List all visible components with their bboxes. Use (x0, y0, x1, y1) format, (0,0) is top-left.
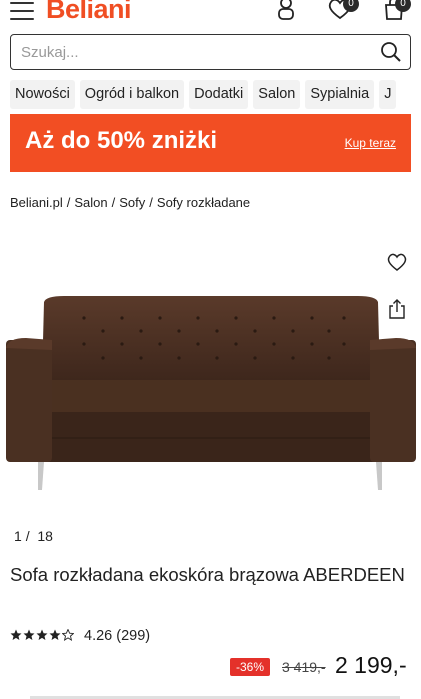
promo-text: Aż do 50% zniżki (25, 127, 218, 154)
category-sypialnia[interactable]: Sypialnia (305, 80, 375, 109)
wishlist-count-badge: 0 (343, 0, 359, 12)
add-to-wishlist-icon[interactable] (386, 252, 408, 272)
category-ogrod[interactable]: Ogród i balkon (79, 80, 185, 109)
gallery-counter: 1 / 18 (14, 528, 53, 544)
star-empty-icon (62, 629, 74, 641)
search-bar[interactable]: Szukaj... (10, 34, 411, 70)
user-icon[interactable] (272, 0, 300, 22)
gallery-current: 1 (14, 528, 22, 544)
breadcrumb-current[interactable]: Sofy rozkładane (157, 195, 250, 210)
rating-summary[interactable]: 4.26 (299) (84, 628, 150, 644)
review-count: (299) (116, 628, 151, 644)
rating-stars (10, 629, 74, 641)
category-dodatki[interactable]: Dodatki (189, 80, 249, 109)
breadcrumb-home[interactable]: Beliani.pl (10, 195, 63, 210)
old-price: 3 419,- (282, 659, 326, 675)
star-full-icon (10, 629, 22, 640)
product-image[interactable] (4, 294, 418, 494)
promo-link[interactable]: Kup teraz (345, 136, 396, 150)
rating-value: 4.26 (84, 628, 113, 644)
promo-banner[interactable]: Aż do 50% zniżki Kup teraz (10, 114, 411, 172)
breadcrumb: Beliani.pl / Salon / Sofy / Sofy rozkładane (10, 195, 251, 210)
menu-icon[interactable] (10, 2, 34, 20)
product-title: Sofa rozkładana ekoskóra brązowa ABERDEE… (10, 564, 405, 585)
cart-count-badge: 0 (395, 0, 411, 12)
search-icon[interactable] (380, 41, 402, 63)
star-full-icon (36, 629, 48, 640)
breadcrumb-salon[interactable]: Salon (74, 195, 107, 210)
search-input[interactable]: Szukaj... (21, 44, 79, 61)
gallery-total: 18 (37, 528, 53, 544)
logo[interactable]: Beliani (46, 0, 132, 25)
star-full-icon (23, 629, 35, 640)
category-more[interactable]: J (379, 80, 397, 109)
category-nowosci[interactable]: Nowości (10, 80, 75, 109)
category-salon[interactable]: Salon (253, 80, 301, 109)
header: Beliani 0 0 (0, 0, 421, 30)
category-nav: Nowości Ogród i balkon Dodatki Salon Syp… (10, 80, 397, 109)
gallery-separator: / (25, 528, 30, 544)
discount-badge: -36% (230, 658, 270, 676)
current-price: 2 199,- (335, 652, 407, 678)
breadcrumb-sofy[interactable]: Sofy (119, 195, 145, 210)
star-full-icon (49, 629, 61, 640)
